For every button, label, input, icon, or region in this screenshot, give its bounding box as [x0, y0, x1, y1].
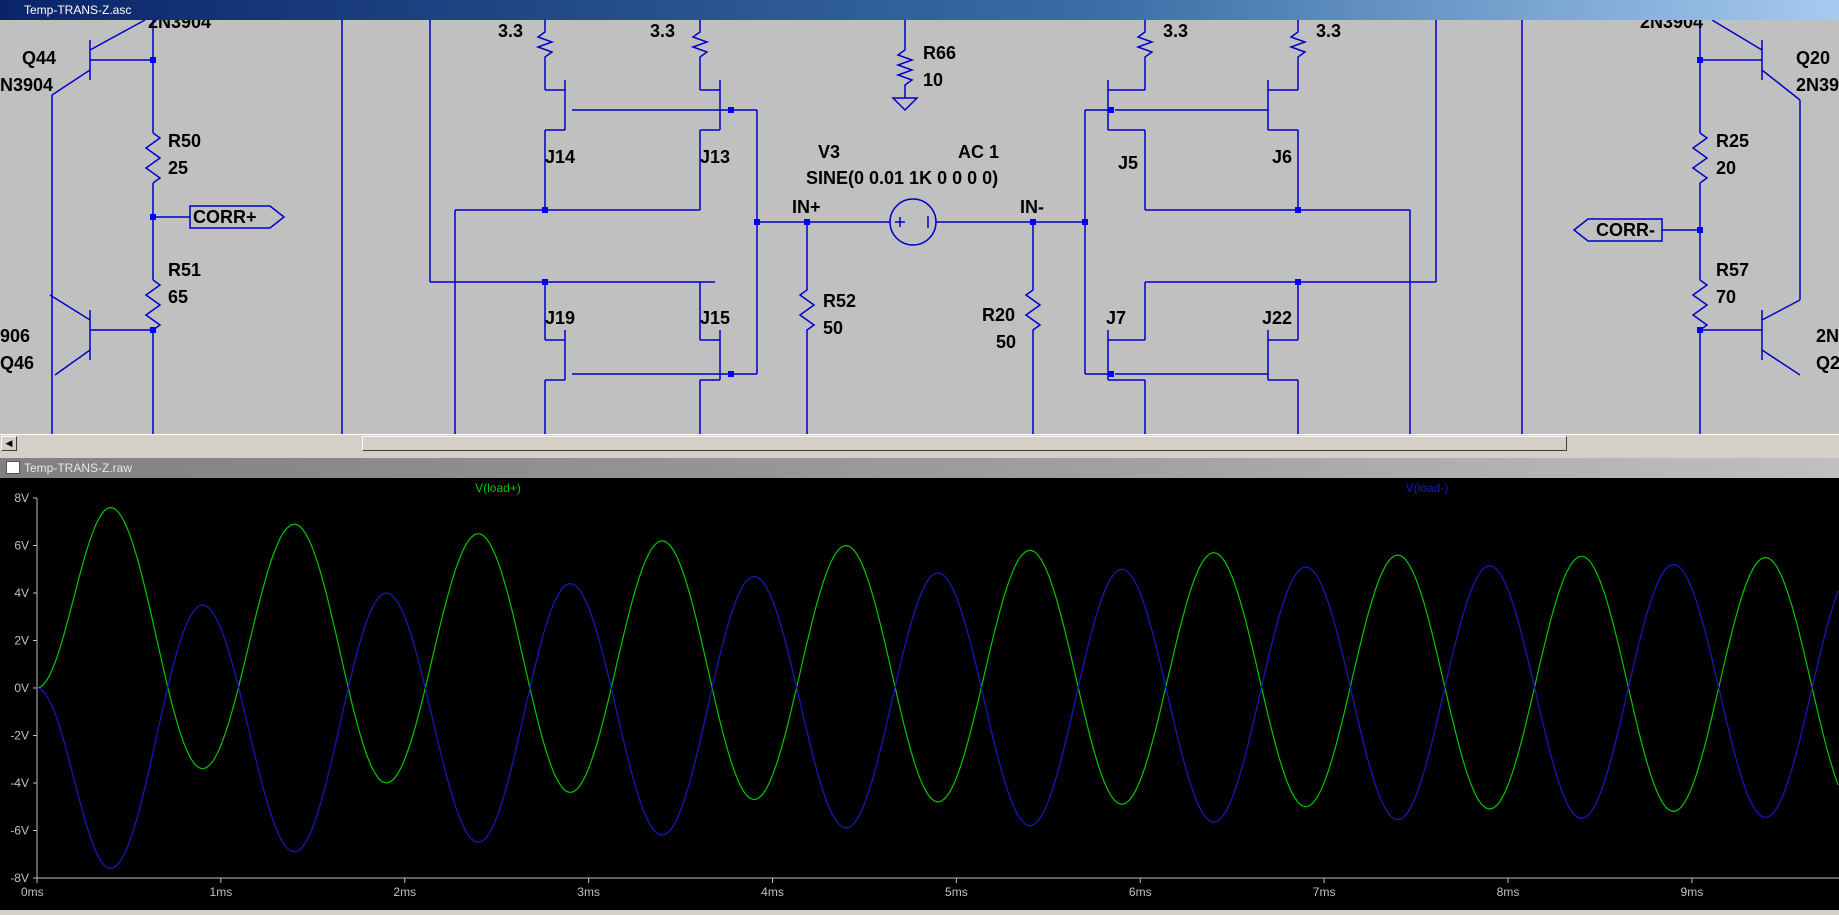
j13-label: J13 [700, 147, 730, 167]
y-tick-label: -8V [10, 871, 29, 885]
corr-minus-port[interactable]: CORR- [1596, 220, 1655, 240]
waveform-window-icon [6, 461, 20, 474]
plot-axes: 8V 6V 4V 2V 0V -2V -4V -6V -8V0ms 1ms 2ms 3ms 4ms 5ms… [10, 491, 1839, 899]
j15-label: J15 [700, 308, 730, 328]
schematic-canvas[interactable]: 2N3904 Q44 N3904 R50 25 CORR+ R51 65 906… [0, 20, 1839, 434]
q2x-model-label: 2N [1816, 326, 1839, 346]
scroll-left-button[interactable]: ◀ [1, 436, 17, 451]
v3-ac-label: AC 1 [958, 142, 999, 162]
v3-label: V3 [818, 142, 840, 162]
legend-v-load-minus[interactable]: V(load-) [1406, 481, 1449, 495]
q2x-label: Q2 [1816, 353, 1839, 373]
q46-model-label: 906 [0, 326, 30, 346]
j5-supply-label: 3.3 [1163, 21, 1188, 41]
j6-label: J6 [1272, 147, 1292, 167]
r52-label: R52 [823, 291, 856, 311]
in-plus-label: IN+ [792, 197, 821, 217]
waveform-window-titlebar[interactable]: Temp-TRANS-Z.raw [0, 458, 1839, 478]
y-tick-label: -4V [10, 776, 29, 790]
q46-label: Q46 [0, 353, 34, 373]
y-tick-label: -2V [10, 729, 29, 743]
r51-label: R51 [168, 260, 201, 280]
x-tick-label: 9ms [1681, 885, 1704, 899]
y-tick-label: 6V [14, 539, 29, 553]
x-tick-label: 0ms [21, 885, 44, 899]
trace-v-load-minus[interactable] [36, 563, 1839, 870]
x-tick-label: 1ms [210, 885, 233, 899]
q20-model-label: 2N39 [1796, 75, 1839, 95]
x-tick-label: 3ms [577, 885, 600, 899]
trace-v-load-plus[interactable] [36, 506, 1839, 813]
v3-source-polarity [895, 216, 929, 228]
q44-model-label: N3904 [0, 75, 53, 95]
q44-label: Q44 [22, 48, 56, 68]
r20-value: 50 [996, 332, 1016, 352]
x-tick-label: 4ms [761, 885, 784, 899]
waveform-plot-pane[interactable]: V(load+) V(load-) 8V 6V 4V 2V 0V -2V -4V -6V -8V… [0, 478, 1839, 910]
y-tick-label: 2V [14, 634, 29, 648]
waveform-window-title: Temp-TRANS-Z.raw [24, 461, 133, 475]
j6-supply-label: 3.3 [1316, 21, 1341, 41]
r66-label: R66 [923, 43, 956, 63]
r51-value: 65 [168, 287, 188, 307]
j14-supply-label: 3.3 [498, 21, 523, 41]
y-tick-label: 0V [14, 681, 29, 695]
q44-partial-model-label: 2N3904 [148, 20, 211, 32]
corr-plus-port[interactable]: CORR+ [193, 207, 257, 227]
q20-label: Q20 [1796, 48, 1830, 68]
schematic-window-titlebar[interactable]: Temp-TRANS-Z.asc [0, 0, 1839, 20]
r50-label: R50 [168, 131, 201, 151]
r25-value: 20 [1716, 158, 1736, 178]
y-tick-label: 8V [14, 491, 29, 505]
x-tick-label: 2ms [393, 885, 416, 899]
legend-v-load-plus[interactable]: V(load+) [475, 481, 521, 495]
y-tick-label: 4V [14, 586, 29, 600]
x-tick-label: 5ms [945, 885, 968, 899]
x-tick-label: 6ms [1129, 885, 1152, 899]
schematic-junctions [150, 57, 1703, 377]
x-tick-label: 7ms [1313, 885, 1336, 899]
r20-label: R20 [982, 305, 1015, 325]
x-tick-label: 8ms [1497, 885, 1520, 899]
r57-value: 70 [1716, 287, 1736, 307]
r57-label: R57 [1716, 260, 1749, 280]
in-minus-label: IN- [1020, 197, 1044, 217]
j5-label: J5 [1118, 153, 1138, 173]
plot-traces [36, 506, 1839, 870]
q20-partial-model-label: 2N3904 [1640, 20, 1703, 32]
r25-label: R25 [1716, 131, 1749, 151]
v3-sine-label: SINE(0 0.01 1K 0 0 0 0) [806, 168, 998, 188]
j19-label: J19 [545, 308, 575, 328]
r52-value: 50 [823, 318, 843, 338]
j13-supply-label: 3.3 [650, 21, 675, 41]
j22-label: J22 [1262, 308, 1292, 328]
j14-label: J14 [545, 147, 575, 167]
scroll-thumb[interactable] [362, 436, 1567, 451]
schematic-horizontal-scrollbar[interactable]: ◀ [0, 434, 1839, 452]
y-tick-label: -6V [10, 824, 29, 838]
r66-value: 10 [923, 70, 943, 90]
r50-value: 25 [168, 158, 188, 178]
j7-label: J7 [1106, 308, 1126, 328]
schematic-window-title: Temp-TRANS-Z.asc [24, 3, 132, 17]
